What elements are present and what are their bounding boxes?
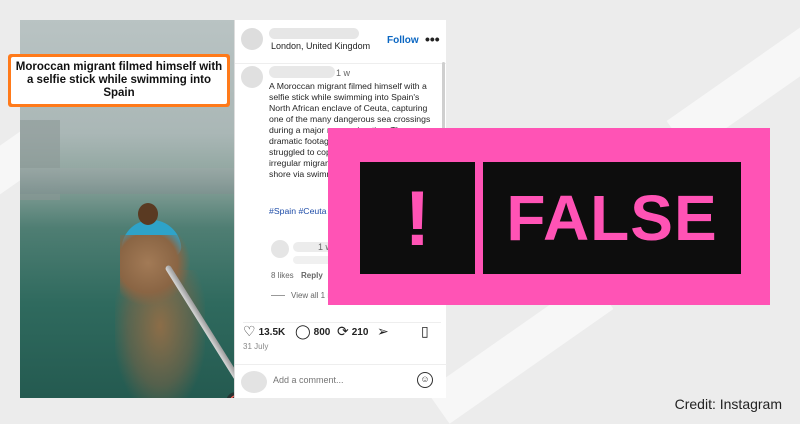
repost-icon: ⟳ <box>337 323 349 339</box>
false-label: FALSE <box>483 162 741 274</box>
heart-icon: ♡ <box>243 323 256 339</box>
author-name-blurred[interactable] <box>269 28 359 39</box>
caption-avatar-blurred[interactable] <box>241 66 263 88</box>
like-action[interactable]: ♡ 13.5K <box>243 323 285 340</box>
swimmer-head <box>138 203 158 225</box>
bookmark-icon: ▯ <box>421 323 429 339</box>
comment-bubble-icon: ◯ <box>295 323 311 339</box>
emoji-icon[interactable]: ☺ <box>417 372 433 388</box>
speaker-muted-icon[interactable]: 🔇 <box>226 392 234 398</box>
video-shoreline <box>20 168 234 194</box>
follow-button[interactable]: Follow <box>387 35 419 46</box>
caption-timestamp: 1 w <box>336 68 351 78</box>
author-avatar-blurred[interactable] <box>241 28 263 50</box>
image-credit: Credit: Instagram <box>674 396 782 412</box>
add-comment-row: ☺ <box>235 364 447 398</box>
post-location[interactable]: London, United Kingdom <box>271 41 370 51</box>
like-count: 13.5K <box>258 327 286 338</box>
send-icon: ➢ <box>377 323 389 339</box>
reply-avatar-blurred[interactable] <box>271 240 289 258</box>
add-comment-input[interactable] <box>273 375 403 385</box>
swimmer-arm <box>120 235 190 305</box>
exclamation-icon: ! <box>360 162 475 274</box>
save-action[interactable]: ▯ <box>421 323 432 340</box>
post-header: London, United Kingdom Follow ••• <box>235 20 447 64</box>
dash-divider <box>271 295 285 297</box>
caption-author-blurred[interactable] <box>269 66 335 78</box>
comment-action[interactable]: ◯ 800 <box>295 323 330 340</box>
video-caption-text: Moroccan migrant filmed himself with a s… <box>11 57 227 104</box>
false-rating-badge: ! FALSE <box>328 128 770 305</box>
reply-likes[interactable]: 8 likes <box>271 271 294 280</box>
share-action[interactable]: ➢ <box>377 323 392 340</box>
viewer-avatar <box>241 371 267 393</box>
reply-button[interactable]: Reply <box>301 271 323 280</box>
more-options-icon[interactable]: ••• <box>425 31 440 47</box>
post-date: 31 July <box>243 342 269 351</box>
repost-count: 210 <box>351 327 369 338</box>
video-caption-banner: Moroccan migrant filmed himself with a s… <box>8 54 230 107</box>
comment-count: 800 <box>313 327 331 338</box>
repost-action[interactable]: ⟳ 210 <box>337 323 368 340</box>
